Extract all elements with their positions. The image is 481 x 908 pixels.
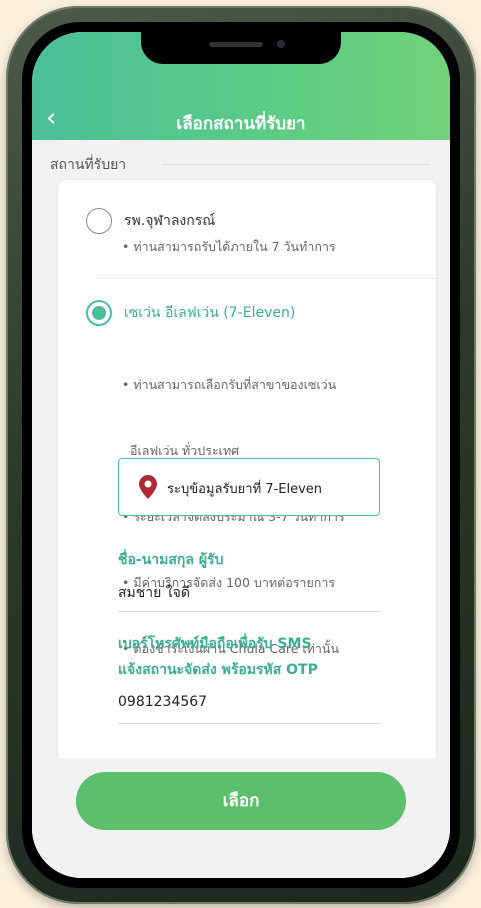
phone-bezel: ‹ เลือกสถานที่รับยา สถานที่รับยา รพ.จุฬา… — [22, 22, 460, 888]
page-title: เลือกสถานที่รับยา — [176, 114, 306, 134]
specify-7eleven-label: ระบุข้อมูลรับยาที่ 7-Eleven — [167, 482, 323, 497]
footer-bar: เลือก — [32, 758, 450, 878]
option-divider — [96, 278, 436, 279]
section-label: สถานที่รับยา — [50, 157, 127, 173]
front-camera — [277, 40, 285, 48]
option-hospital-title[interactable]: รพ.จุฬาลงกรณ์ — [124, 210, 215, 232]
select-button[interactable]: เลือก — [76, 772, 406, 830]
pickup-options-card: รพ.จุฬาลงกรณ์ • ท่านสามารถรับได้ภายใน 7 … — [58, 180, 436, 780]
option-7eleven-title[interactable]: เซเว่น อีเลฟเว่น (7-Eleven) — [124, 302, 295, 324]
phone-input[interactable]: 0981234567 — [118, 694, 380, 724]
notch — [141, 32, 341, 64]
detail-line: • ท่านสามารถเลือกรับที่สาขาของเซเว่น — [122, 377, 337, 392]
section-divider — [162, 164, 430, 165]
recipient-name-input[interactable]: สมชาย ใจดี — [118, 582, 380, 612]
recipient-name-label: ชื่อ-นามสกุล ผู้รับ — [118, 552, 224, 568]
phone-label-line1: เบอร์โทรศัพท์มือถือเพื่อรับ SMS — [118, 636, 312, 652]
detail-line: • ท่านสามารถรับได้ภายใน 7 วันทำการ — [122, 239, 336, 254]
radio-7eleven[interactable] — [86, 300, 112, 326]
option-hospital-details: • ท่านสามารถรับได้ภายใน 7 วันทำการ — [122, 236, 336, 258]
map-pin-icon — [139, 475, 157, 499]
speaker — [209, 42, 263, 47]
radio-hospital[interactable] — [86, 208, 112, 234]
specify-7eleven-button[interactable]: ระบุข้อมูลรับยาที่ 7-Eleven — [118, 458, 380, 516]
phone-screen: ‹ เลือกสถานที่รับยา สถานที่รับยา รพ.จุฬา… — [32, 32, 450, 878]
phone-label-line2: แจ้งสถานะจัดส่ง พร้อมรหัส OTP — [118, 662, 318, 678]
phone-frame: ‹ เลือกสถานที่รับยา สถานที่รับยา รพ.จุฬา… — [6, 6, 476, 904]
